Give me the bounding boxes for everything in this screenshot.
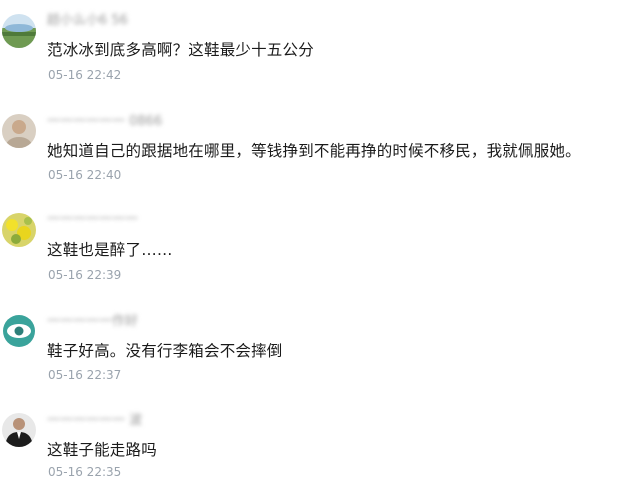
comment-text: 她知道自己的跟据地在哪里，等钱挣到不能再挣的时候不移民，我就佩服她。 xyxy=(47,142,581,160)
comment-text: 鞋子好高。没有行李箱会不会摔倒 xyxy=(47,342,283,360)
comment-timestamp: 05-16 22:40 xyxy=(48,168,122,182)
username[interactable]: 一一一一一一 波 xyxy=(47,412,197,430)
comment-timestamp: 05-16 22:35 xyxy=(48,465,122,479)
teal-eye-avatar-icon[interactable] xyxy=(2,314,36,348)
comment-item: 一一一一一一 波 这鞋子能走路吗 05-16 22:35 xyxy=(0,0,640,479)
blurred-person-avatar-icon[interactable] xyxy=(2,114,36,148)
username[interactable]: 一一一一一一一 xyxy=(47,211,197,229)
yellow-flower-avatar-icon[interactable] xyxy=(2,213,36,247)
comment-timestamp: 05-16 22:37 xyxy=(48,368,122,382)
comment-text: 这鞋也是醉了…… xyxy=(47,241,173,259)
comment-text: 这鞋子能走路吗 xyxy=(47,441,157,459)
comment-timestamp: 05-16 22:39 xyxy=(48,268,122,282)
username[interactable]: 一一一一一作好 xyxy=(47,313,197,331)
suit-man-avatar-icon[interactable] xyxy=(2,413,36,447)
username[interactable]: 一一一一一一 0866 xyxy=(47,113,197,131)
